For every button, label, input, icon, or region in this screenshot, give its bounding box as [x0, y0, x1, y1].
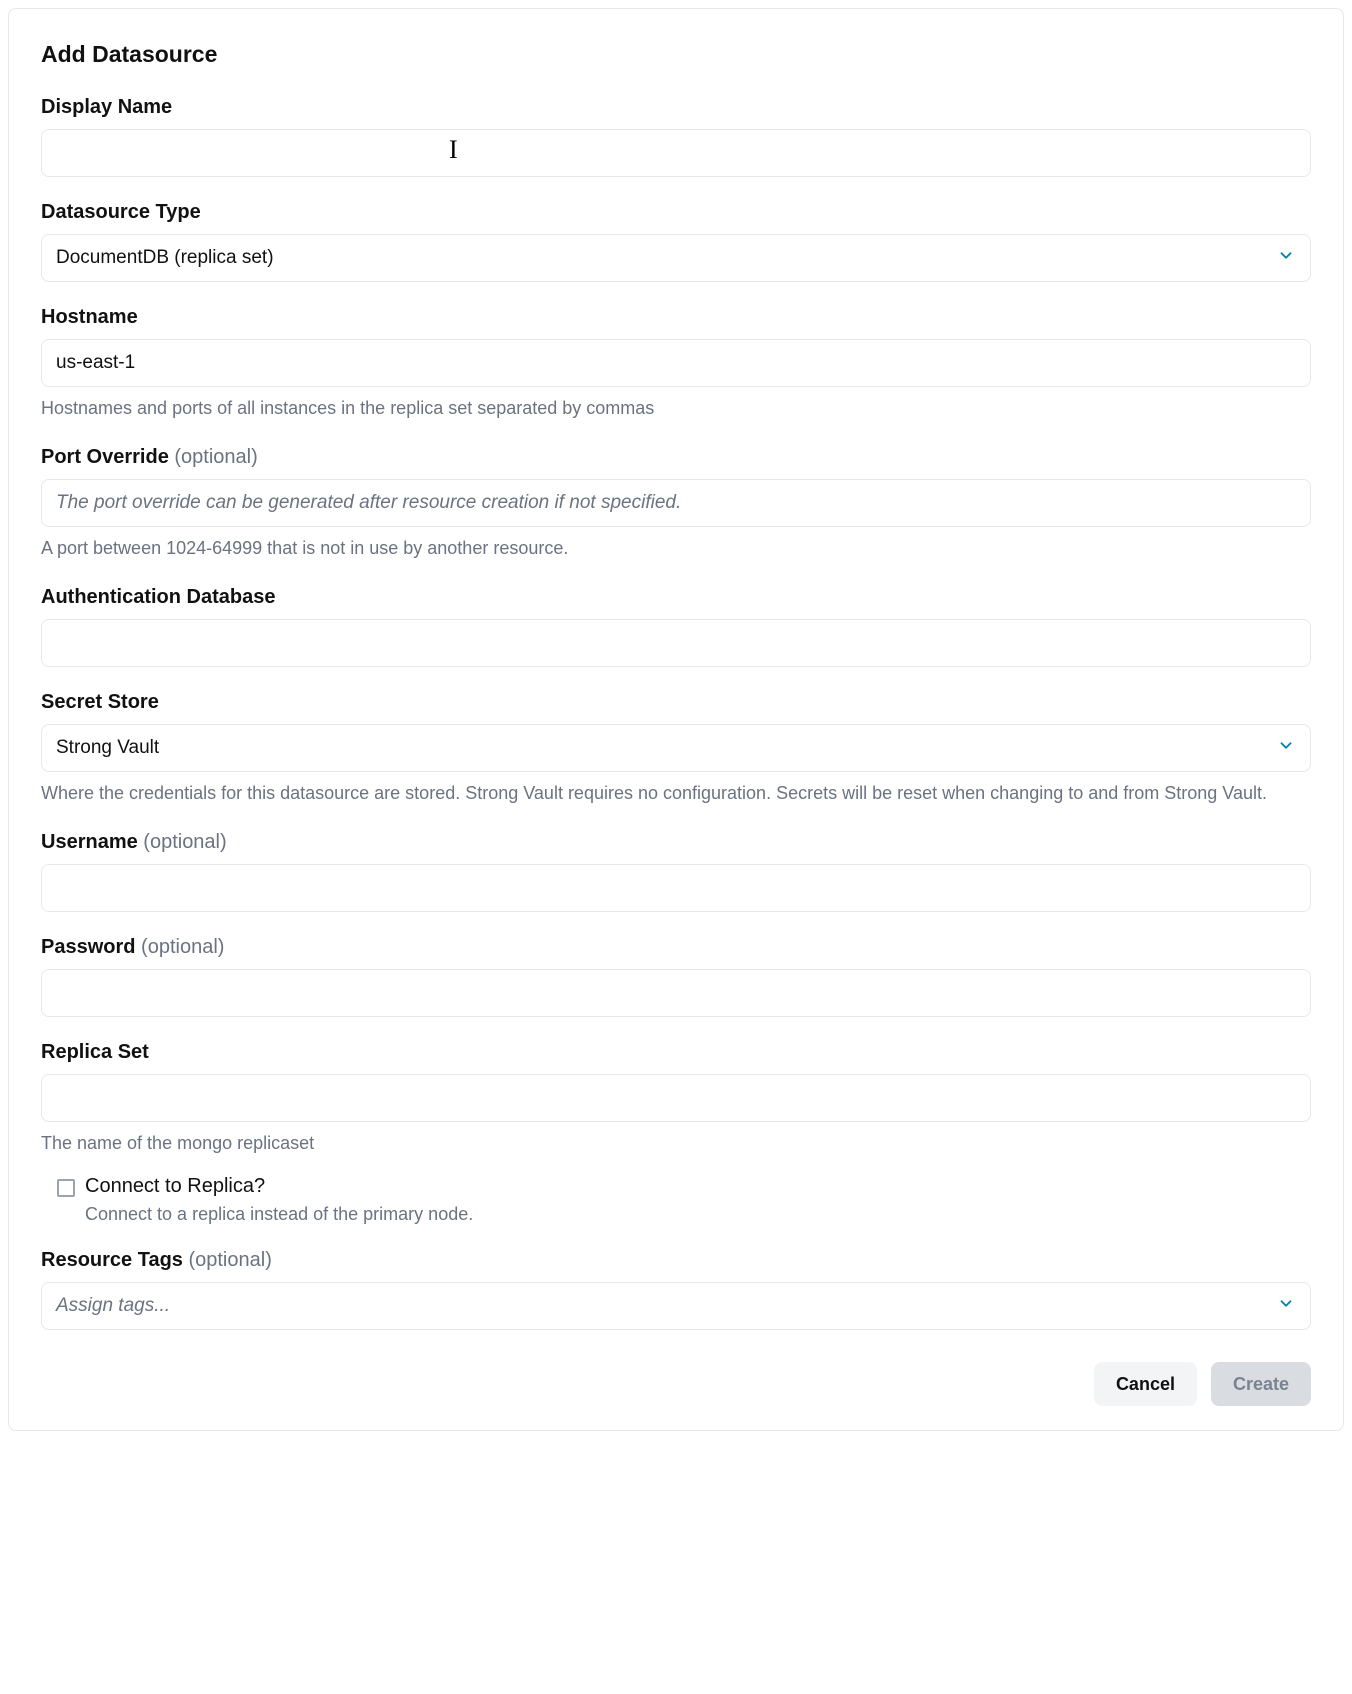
username-label: Username (optional) [41, 831, 1311, 854]
username-input[interactable] [41, 864, 1311, 912]
auth-db-input[interactable] [41, 619, 1311, 667]
resource-tags-label: Resource Tags (optional) [41, 1249, 1311, 1272]
connect-replica-label[interactable]: Connect to Replica? [85, 1175, 473, 1198]
resource-tags-group: Resource Tags (optional) Assign tags... [41, 1249, 1311, 1330]
port-override-label-text: Port Override [41, 446, 169, 468]
password-optional: (optional) [141, 936, 224, 958]
hostname-label: Hostname [41, 306, 1311, 329]
display-name-group: Display Name I [41, 96, 1311, 177]
add-datasource-panel: Add Datasource Display Name I Datasource… [8, 8, 1344, 1431]
hostname-group: Hostname Hostnames and ports of all inst… [41, 306, 1311, 422]
connect-replica-hint: Connect to a replica instead of the prim… [85, 1204, 473, 1225]
resource-tags-placeholder: Assign tags... [56, 1295, 170, 1317]
datasource-type-select[interactable]: DocumentDB (replica set) [41, 234, 1311, 282]
secret-store-select[interactable]: Strong Vault [41, 724, 1311, 772]
replica-set-hint: The name of the mongo replicaset [41, 1130, 1311, 1157]
resource-tags-label-text: Resource Tags [41, 1249, 183, 1271]
connect-replica-checkbox[interactable] [57, 1179, 75, 1197]
port-override-input[interactable] [41, 479, 1311, 527]
display-name-input[interactable] [41, 129, 1311, 177]
secret-store-label: Secret Store [41, 691, 1311, 714]
auth-db-group: Authentication Database [41, 586, 1311, 667]
port-override-optional: (optional) [174, 446, 257, 468]
replica-set-label: Replica Set [41, 1041, 1311, 1064]
resource-tags-input[interactable]: Assign tags... [41, 1282, 1311, 1330]
cancel-button[interactable]: Cancel [1094, 1362, 1197, 1406]
secret-store-group: Secret Store Strong Vault Where the cred… [41, 691, 1311, 807]
port-override-label: Port Override (optional) [41, 446, 1311, 469]
replica-set-group: Replica Set The name of the mongo replic… [41, 1041, 1311, 1157]
replica-set-input[interactable] [41, 1074, 1311, 1122]
display-name-label: Display Name [41, 96, 1311, 119]
hostname-hint: Hostnames and ports of all instances in … [41, 395, 1311, 422]
hostname-input[interactable] [41, 339, 1311, 387]
resource-tags-optional: (optional) [188, 1249, 271, 1271]
secret-store-hint: Where the credentials for this datasourc… [41, 780, 1311, 807]
username-label-text: Username [41, 831, 138, 853]
datasource-type-label: Datasource Type [41, 201, 1311, 224]
footer-actions: Cancel Create [41, 1362, 1311, 1406]
port-override-hint: A port between 1024-64999 that is not in… [41, 535, 1311, 562]
password-group: Password (optional) [41, 936, 1311, 1017]
auth-db-label: Authentication Database [41, 586, 1311, 609]
create-button[interactable]: Create [1211, 1362, 1311, 1406]
password-label: Password (optional) [41, 936, 1311, 959]
password-input[interactable] [41, 969, 1311, 1017]
username-group: Username (optional) [41, 831, 1311, 912]
datasource-type-group: Datasource Type DocumentDB (replica set) [41, 201, 1311, 282]
page-title: Add Datasource [41, 41, 1311, 68]
password-label-text: Password [41, 936, 135, 958]
connect-replica-group: Connect to Replica? Connect to a replica… [41, 1175, 1311, 1225]
username-optional: (optional) [143, 831, 226, 853]
port-override-group: Port Override (optional) A port between … [41, 446, 1311, 562]
